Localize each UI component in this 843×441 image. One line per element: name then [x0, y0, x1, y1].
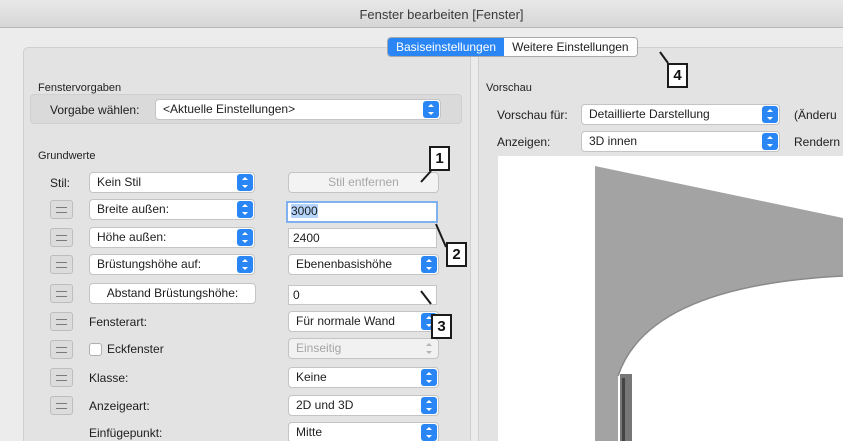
callout-2: 2	[446, 242, 467, 267]
callout-3: 3	[431, 314, 452, 339]
callout-4: 4	[667, 63, 688, 88]
callout-1: 1	[429, 146, 450, 171]
callout-leaders	[420, 51, 669, 305]
